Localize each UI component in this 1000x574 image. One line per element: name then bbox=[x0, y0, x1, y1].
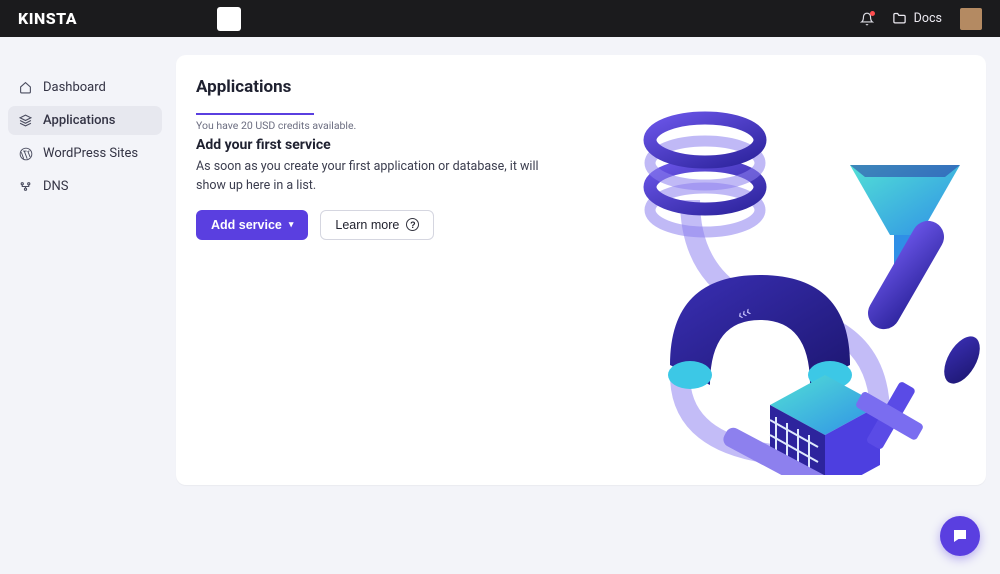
wordpress-icon bbox=[18, 147, 33, 161]
sidebar-item-dashboard[interactable]: Dashboard bbox=[8, 73, 162, 102]
folder-icon bbox=[892, 11, 907, 26]
help-icon: ? bbox=[406, 218, 419, 231]
page-title: Applications bbox=[196, 77, 966, 97]
notifications-button[interactable] bbox=[860, 12, 874, 26]
sidebar-item-label: WordPress Sites bbox=[43, 146, 138, 161]
chat-icon bbox=[951, 527, 969, 545]
notification-dot-icon bbox=[870, 11, 875, 16]
empty-state-description: As soon as you create your first applica… bbox=[196, 157, 556, 196]
sidebar-item-dns[interactable]: DNS bbox=[8, 172, 162, 201]
top-bar: KINSTA Docs bbox=[0, 0, 1000, 37]
sidebar-item-label: DNS bbox=[43, 179, 69, 194]
home-icon bbox=[18, 81, 33, 94]
accent-bar bbox=[196, 113, 314, 115]
user-avatar[interactable] bbox=[960, 8, 982, 30]
chat-fab[interactable] bbox=[940, 516, 980, 556]
sidebar: Dashboard Applications WordPress Sites D… bbox=[0, 37, 170, 574]
dns-icon bbox=[18, 180, 33, 193]
add-service-button[interactable]: Add service ▾ bbox=[196, 210, 308, 240]
docs-label: Docs bbox=[914, 11, 942, 26]
chevron-down-icon: ▾ bbox=[289, 219, 294, 230]
brand-text: KINSTA bbox=[18, 9, 77, 28]
learn-more-button[interactable]: Learn more ? bbox=[320, 210, 434, 240]
brand-logo[interactable]: KINSTA bbox=[18, 9, 77, 28]
hero-illustration: ‹‹‹ bbox=[620, 105, 980, 475]
sidebar-item-applications[interactable]: Applications bbox=[8, 106, 162, 135]
sidebar-item-label: Dashboard bbox=[43, 80, 106, 95]
header-badge[interactable] bbox=[217, 7, 241, 31]
sidebar-item-wordpress[interactable]: WordPress Sites bbox=[8, 139, 162, 168]
layers-icon bbox=[18, 114, 33, 127]
sidebar-item-label: Applications bbox=[43, 113, 116, 128]
docs-link[interactable]: Docs bbox=[892, 11, 942, 26]
main-content: Applications You have 20 USD credits ava… bbox=[170, 37, 1000, 574]
add-service-label: Add service bbox=[211, 218, 282, 232]
applications-panel: Applications You have 20 USD credits ava… bbox=[176, 55, 986, 485]
learn-more-label: Learn more bbox=[335, 218, 399, 232]
